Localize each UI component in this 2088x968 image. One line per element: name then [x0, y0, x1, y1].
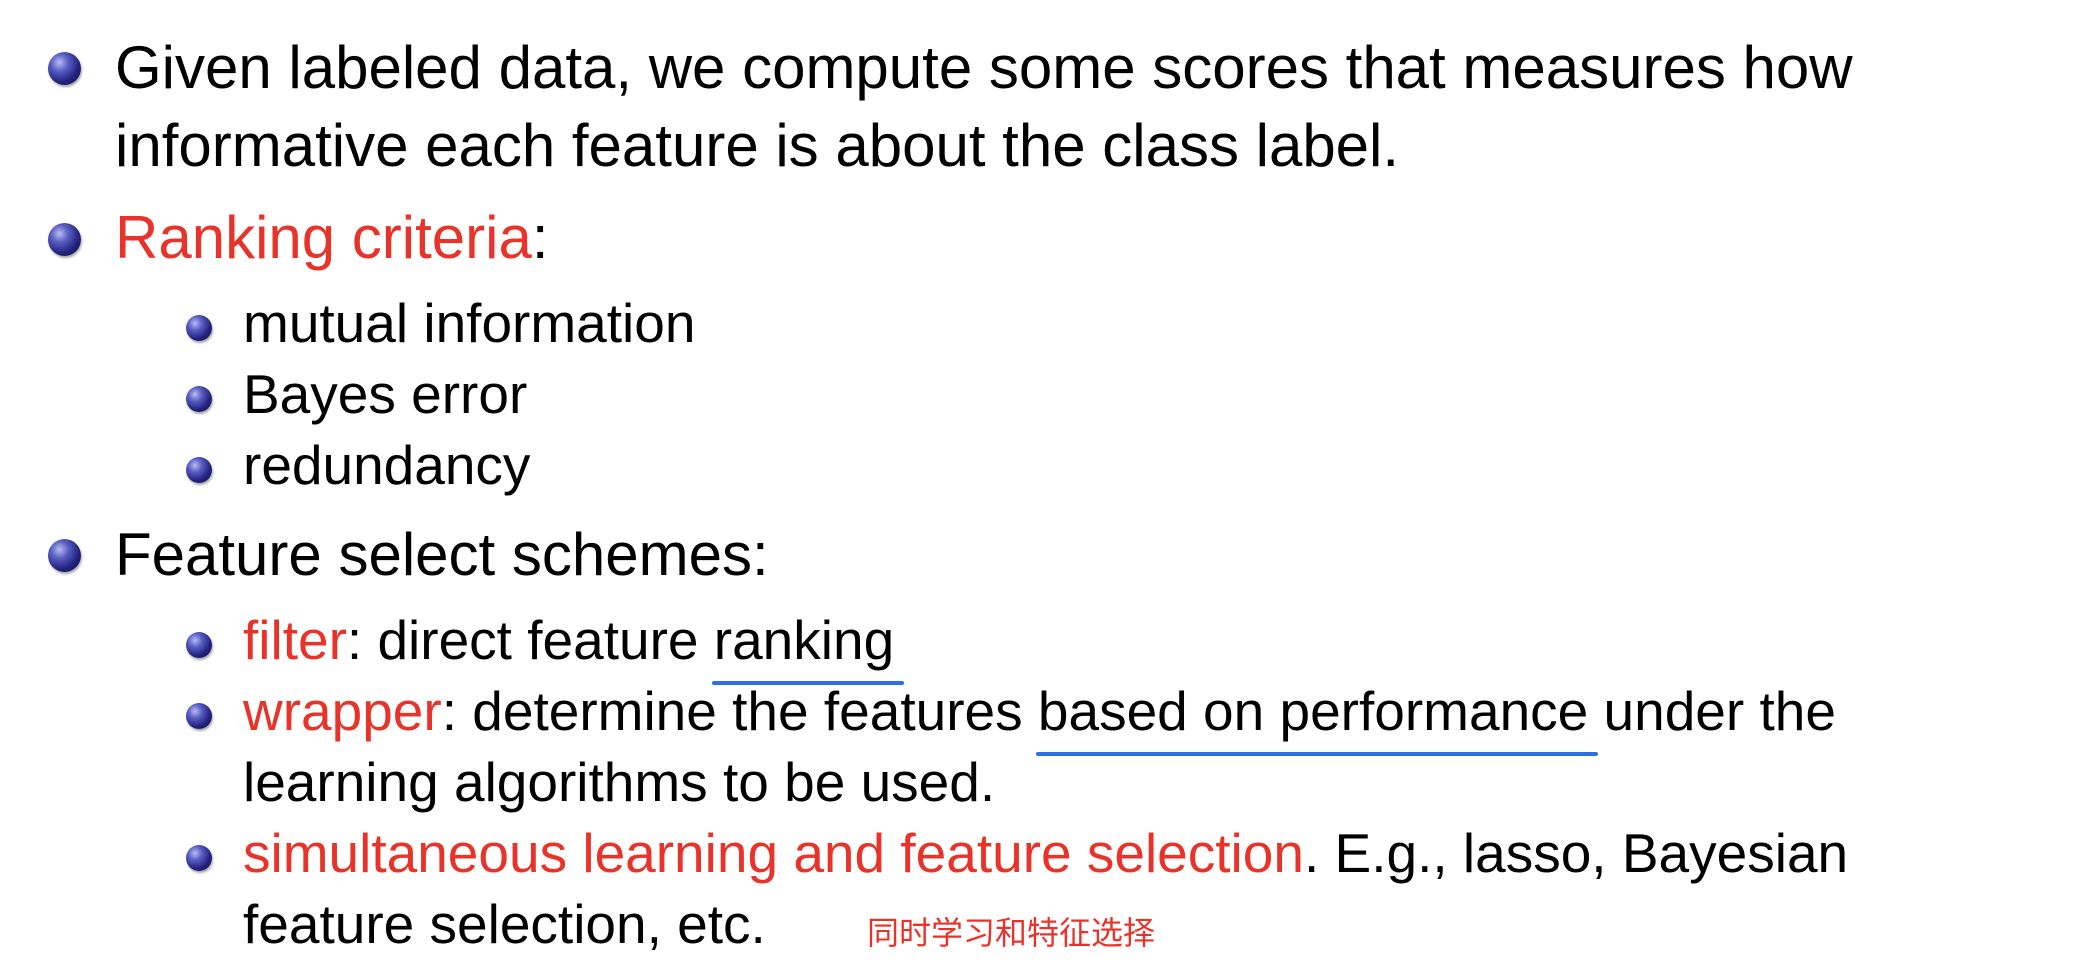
bullet-1-line-2: informative each feature is about the cl…	[115, 112, 1400, 179]
bullet-marker-icon	[48, 539, 81, 572]
wrapper-item-line-2: learning algorithms to be used.	[243, 751, 996, 813]
wrapper-label: wrapper	[243, 680, 442, 742]
simultaneous-label: simultaneous learning and feature select…	[243, 822, 1304, 884]
simultaneous-description: . E.g., lasso, Bayesian	[1303, 822, 1849, 884]
bullet-3-text: Feature select schemes:	[115, 521, 769, 588]
filter-label: filter	[243, 609, 347, 671]
filter-description: : direct feature	[346, 609, 714, 671]
ranking-criteria-label: Ranking criteria	[115, 204, 532, 271]
bullet-marker-icon	[48, 52, 81, 85]
ranking-criteria-colon: :	[531, 204, 549, 271]
ranking-underlined: ranking	[711, 605, 905, 685]
performance-underlined: based on performance	[1035, 676, 1599, 756]
bullet-2-text: Ranking criteria:	[115, 200, 549, 276]
criteria-item: Bayes error	[243, 363, 528, 425]
criteria-item: mutual information	[243, 292, 696, 354]
bullet-marker-icon	[48, 223, 81, 256]
wrapper-item-line-1: wrapper: determine the features based on…	[243, 676, 1836, 756]
sub-bullet-marker-icon	[186, 703, 212, 729]
slide: Given labeled data, we compute some scor…	[0, 0, 2088, 968]
simultaneous-item-line-1: simultaneous learning and feature select…	[243, 818, 1848, 888]
wrapper-description: : determine the features	[441, 680, 1038, 742]
wrapper-description-tail: under the	[1588, 680, 1836, 742]
sub-bullet-marker-icon	[186, 845, 212, 871]
sub-bullet-marker-icon	[186, 457, 212, 483]
sub-bullet-marker-icon	[186, 386, 212, 412]
chinese-annotation: 同时学习和特征选择	[867, 914, 1156, 952]
simultaneous-item-line-2: feature selection, etc.	[243, 893, 766, 955]
criteria-item: redundancy	[243, 434, 531, 496]
filter-item: filter: direct feature ranking	[243, 605, 905, 685]
sub-bullet-marker-icon	[186, 315, 212, 341]
sub-bullet-marker-icon	[186, 632, 212, 658]
bullet-1-line-1: Given labeled data, we compute some scor…	[115, 34, 1853, 101]
